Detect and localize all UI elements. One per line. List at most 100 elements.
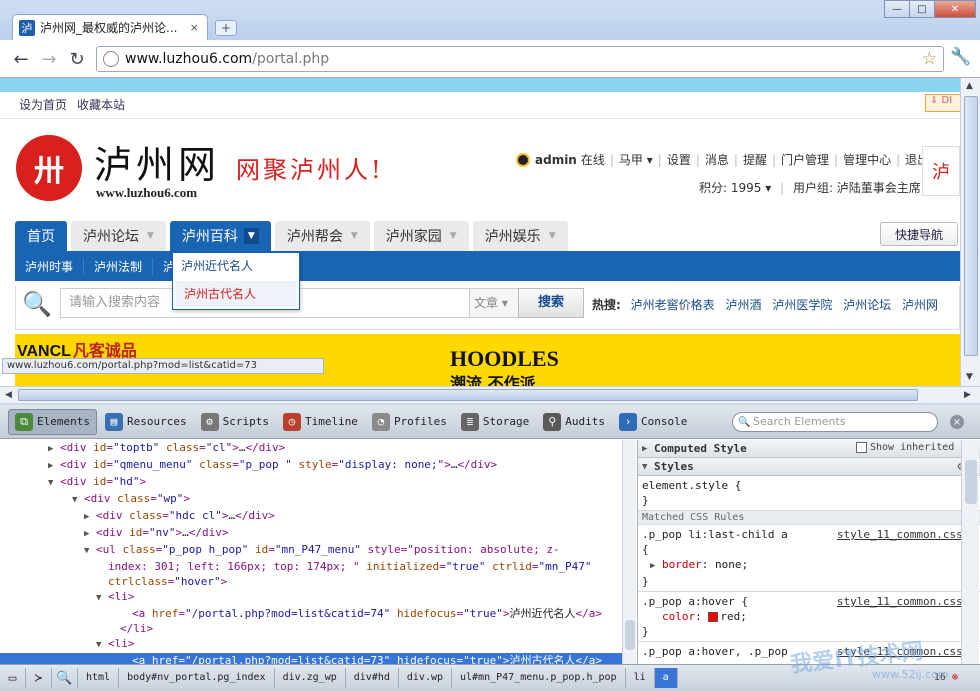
vest-link[interactable]: 马甲 ▾ bbox=[619, 151, 653, 168]
username-link[interactable]: admin bbox=[535, 153, 577, 167]
breadcrumb-item[interactable]: li bbox=[626, 668, 655, 688]
tab-scripts[interactable]: ⚙ Scripts bbox=[195, 409, 275, 435]
quick-nav-button[interactable]: 快捷导航 bbox=[880, 222, 958, 246]
portal-admin-link[interactable]: 门户管理 bbox=[781, 151, 829, 168]
expand-triangle-icon[interactable]: ▼ bbox=[84, 544, 96, 559]
scroll-thumb[interactable] bbox=[18, 389, 918, 401]
tab-timeline[interactable]: ◷ Timeline bbox=[277, 409, 364, 435]
console-toggle-icon[interactable]: ≻ bbox=[26, 668, 52, 688]
dom-node-line[interactable]: ▶ <div id="qmenu_menu" class="p_pop " sty… bbox=[0, 457, 622, 474]
expand-triangle-icon[interactable]: ▼ bbox=[72, 493, 84, 508]
dom-node-line[interactable]: ▼ <ul class="p_pop h_pop" id="mn_P47_menu… bbox=[0, 542, 622, 559]
dom-node-line[interactable]: <a href="/portal.php?mod=list&catid=73" … bbox=[0, 653, 622, 664]
top-right-button[interactable]: ⇓ DI bbox=[925, 94, 960, 112]
collapse-triangle-icon[interactable]: ▶ bbox=[84, 510, 96, 525]
set-homepage-link[interactable]: 设为首页 bbox=[19, 96, 67, 113]
dock-icon[interactable]: ▭ bbox=[0, 668, 26, 688]
styles-header[interactable]: ▼Styles ⚙▾ bbox=[638, 458, 980, 476]
menu-item-ancient-figures[interactable]: 泸州古代名人 bbox=[176, 281, 296, 307]
dom-node-line[interactable]: ctrlclass="hover"> bbox=[0, 574, 622, 589]
dom-node-line[interactable]: ▼ <div class="wp"> bbox=[0, 491, 622, 508]
breadcrumb-item[interactable]: div#hd bbox=[346, 668, 399, 688]
dom-node-line[interactable]: ▶ <div id="nv">…</div> bbox=[0, 525, 622, 542]
close-icon[interactable]: × bbox=[950, 415, 964, 429]
nav-home[interactable]: 首页 bbox=[15, 221, 67, 251]
dom-node-line[interactable]: ▶ <div class="hdc cl">…</div> bbox=[0, 508, 622, 525]
bookmark-star-icon[interactable]: ☆ bbox=[922, 49, 937, 69]
menu-item-modern-figures[interactable]: 泸州近代名人 bbox=[173, 253, 299, 279]
hot-word[interactable]: 泸州老窖价格表 bbox=[631, 298, 715, 312]
rule-source-link[interactable]: style_11_common.css:1 bbox=[837, 527, 976, 542]
maximize-button[interactable]: □ bbox=[909, 0, 935, 18]
back-arrow-icon[interactable]: ← bbox=[10, 48, 32, 70]
tab-elements[interactable]: ⧉ Elements bbox=[8, 408, 97, 435]
dom-scrollbar[interactable] bbox=[622, 440, 636, 664]
sidebar-scrollbar[interactable] bbox=[961, 440, 979, 664]
reminders-link[interactable]: 提醒 bbox=[743, 151, 767, 168]
tab-audits[interactable]: ⚲ Audits bbox=[537, 409, 611, 435]
collapse-triangle-icon[interactable]: ▶ bbox=[48, 442, 60, 457]
dom-node-line[interactable]: </li> bbox=[0, 621, 622, 636]
css-rule[interactable]: style_11_common.css:1 .p_pop li:last-chi… bbox=[638, 525, 980, 592]
collapse-triangle-icon[interactable]: ▶ bbox=[84, 527, 96, 542]
nav-gangs[interactable]: 泸州帮会 ▼ bbox=[274, 221, 370, 251]
nav-forum[interactable]: 泸州论坛 ▼ bbox=[71, 221, 166, 251]
color-swatch[interactable] bbox=[708, 612, 719, 622]
inspect-search-icon[interactable]: 🔍 bbox=[52, 668, 78, 688]
breadcrumb-item[interactable]: ul#mn_P47_menu.p_pop.h_pop bbox=[452, 668, 626, 688]
hot-word[interactable]: 泸州医学院 bbox=[772, 298, 832, 312]
dom-node-line[interactable]: ▶ <div id="toptb" class="cl">…</div> bbox=[0, 440, 622, 457]
address-bar[interactable]: www.luzhou6.com/portal.php ☆ bbox=[96, 46, 944, 72]
page-horizontal-scrollbar[interactable]: ◀ ▶ bbox=[0, 386, 980, 403]
new-tab-button[interactable]: + bbox=[215, 20, 237, 36]
element-style-rule[interactable]: element.style { } bbox=[638, 476, 980, 511]
breadcrumb-item[interactable]: html bbox=[78, 668, 120, 688]
subnav-legal[interactable]: 泸州法制 bbox=[84, 257, 154, 275]
bookmark-site-link[interactable]: 收藏本站 bbox=[77, 96, 125, 113]
nav-home-community[interactable]: 泸州家园 ▼ bbox=[373, 221, 469, 251]
dom-tree[interactable]: ▶ <div id="toptb" class="cl">…</div> ▶ <div… bbox=[0, 440, 622, 664]
settings-link[interactable]: 设置 bbox=[667, 151, 691, 168]
search-elements-input[interactable]: Search Elements bbox=[732, 412, 938, 432]
site-logo-icon[interactable]: 卅 bbox=[16, 135, 82, 201]
tab-close-icon[interactable]: × bbox=[190, 21, 199, 34]
tab-console[interactable]: › Console bbox=[613, 409, 693, 435]
forward-arrow-icon[interactable]: → bbox=[38, 48, 60, 70]
dom-node-line[interactable]: ▼ <div id="hd"> bbox=[0, 474, 622, 491]
expand-triangle-icon[interactable]: ▼ bbox=[96, 638, 108, 653]
expand-triangle-icon[interactable]: ▼ bbox=[96, 591, 108, 606]
search-button[interactable]: 搜索 bbox=[518, 288, 584, 318]
css-rule[interactable]: style_11_common.css:1 .p_pop a:hover { c… bbox=[638, 592, 980, 642]
expand-triangle-icon[interactable]: ▼ bbox=[48, 476, 60, 491]
dom-node-line[interactable]: ▼ <li> bbox=[0, 589, 622, 606]
tab-profiles[interactable]: ◔ Profiles bbox=[366, 409, 453, 435]
scroll-thumb[interactable] bbox=[964, 96, 978, 356]
wrench-icon[interactable]: 🔧 bbox=[950, 47, 971, 67]
nav-encyclopedia[interactable]: 泸州百科 ▼ bbox=[169, 221, 271, 251]
hot-word[interactable]: 泸州酒 bbox=[725, 298, 761, 312]
hot-word[interactable]: 泸州网 bbox=[902, 298, 938, 312]
points-link[interactable]: 积分: 1995 ▾ bbox=[699, 181, 771, 195]
breadcrumb-item[interactable]: div.wp bbox=[399, 668, 453, 688]
computed-style-header[interactable]: ▶ Computed Style Show inherited bbox=[638, 440, 980, 458]
hot-word[interactable]: 泸州论坛 bbox=[843, 298, 891, 312]
page-vertical-scrollbar[interactable]: ▲ ▼ bbox=[960, 78, 980, 387]
rule-source-link[interactable]: style_11_common.css:1 bbox=[837, 594, 976, 609]
breadcrumb-item[interactable]: a bbox=[654, 668, 678, 688]
dom-node-line[interactable]: index: 301; left: 166px; top: 174px; " i… bbox=[0, 559, 622, 574]
subnav-current-affairs[interactable]: 泸州时事 bbox=[15, 257, 85, 275]
admin-center-link[interactable]: 管理中心 bbox=[843, 151, 891, 168]
breadcrumb-item[interactable]: div.zg_wp bbox=[275, 668, 346, 688]
collapse-triangle-icon[interactable]: ▶ bbox=[48, 459, 60, 474]
minimize-button[interactable]: — bbox=[884, 0, 910, 18]
reload-icon[interactable]: ↻ bbox=[66, 48, 88, 70]
dom-node-line[interactable]: ▼ <li> bbox=[0, 636, 622, 653]
messages-link[interactable]: 消息 bbox=[705, 151, 729, 168]
browser-tab[interactable]: 泸 泸州网_最权威的泸州论... × bbox=[12, 14, 208, 40]
search-type-select[interactable]: 文章 ▾ bbox=[469, 288, 519, 318]
nav-entertainment[interactable]: 泸州娱乐 ▼ bbox=[472, 221, 568, 251]
user-group-link[interactable]: 用户组: 泸陆董事会主席 bbox=[793, 181, 921, 195]
tab-resources[interactable]: ▤ Resources bbox=[99, 409, 193, 435]
close-window-button[interactable]: ✕ bbox=[934, 0, 976, 18]
breadcrumb-item[interactable]: body#nv_portal.pg_index bbox=[119, 668, 275, 688]
